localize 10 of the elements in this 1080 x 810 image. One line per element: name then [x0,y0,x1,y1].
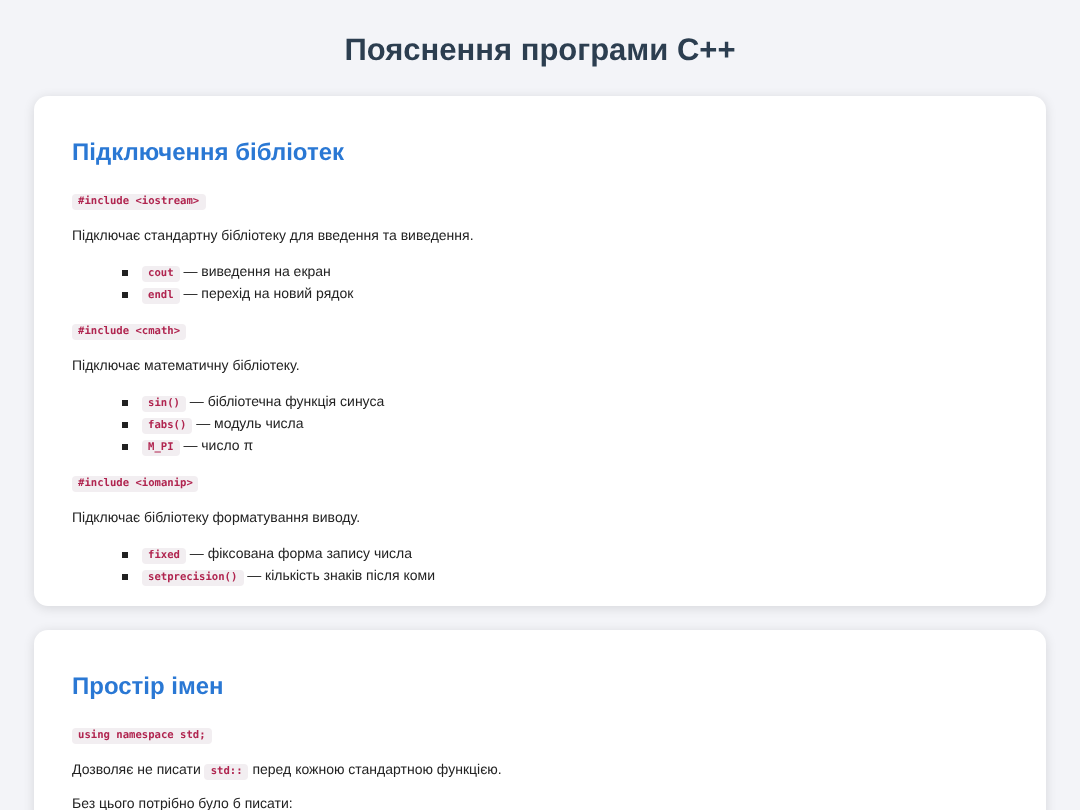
section-heading: Простір імен [72,672,226,700]
bullet-icon [122,269,128,275]
bullet-icon [122,573,128,579]
bullet-icon [122,551,128,557]
bullet-icon [122,443,128,449]
section-heading: Підключення бібліотек [72,138,347,166]
bullet-icon [122,399,128,405]
bullet-icon [122,291,128,297]
page-title: Пояснення програми C++ [342,32,738,72]
bullet-icon [122,421,128,427]
